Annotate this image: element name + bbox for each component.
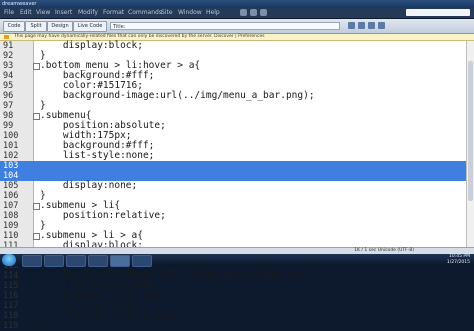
code-text: line-height:58px; — [40, 280, 161, 291]
design-view-button[interactable]: Design — [47, 21, 73, 32]
split-view-button[interactable]: Split — [25, 21, 47, 32]
search-input[interactable] — [406, 9, 470, 16]
menu-site[interactable]: Site — [161, 9, 173, 17]
menu-bar: File Edit View Insert Modify Format Comm… — [0, 8, 474, 19]
fold-toggle-icon[interactable] — [33, 63, 40, 70]
line-number: 103 — [3, 161, 19, 171]
taskbar-app-chrome[interactable] — [88, 255, 108, 267]
clock: 10:45 PM 1/27/2015 — [446, 254, 470, 265]
code-line[interactable]: 96 background-image:url(../img/menu_a_ba… — [0, 90, 474, 102]
menu-help[interactable]: Help — [206, 9, 220, 17]
code-text: text-decoration:none; — [40, 310, 183, 321]
taskbar-app-photoshop[interactable] — [132, 255, 152, 267]
preview-browser-icon[interactable] — [358, 22, 365, 29]
menu-commands[interactable]: Commands — [128, 9, 162, 17]
line-number: 118 — [3, 311, 19, 321]
os-taskbar: 10:45 PM 1/27/2015 — [0, 254, 474, 267]
code-text: } — [40, 320, 46, 331]
line-number: 110 — [3, 231, 19, 241]
menu-modify[interactable]: Modify — [78, 9, 98, 17]
line-number: 109 — [3, 221, 19, 231]
vertical-scrollbar[interactable] — [466, 41, 474, 247]
fold-toggle-icon[interactable] — [33, 203, 40, 210]
code-view-button[interactable]: Code — [3, 21, 25, 32]
line-number: 99 — [3, 121, 14, 131]
window-titlebar: dreamweaver — [0, 0, 474, 8]
code-line[interactable]: 105 display:none; — [0, 180, 474, 192]
code-line[interactable]: 102 list-style:none; — [0, 150, 474, 162]
menu-edit[interactable]: Edit — [20, 9, 32, 17]
text-caret — [248, 123, 250, 129]
line-number: 106 — [3, 191, 19, 201]
line-number: 105 — [3, 181, 19, 191]
line-number: 93 — [3, 61, 14, 71]
line-number: 115 — [3, 281, 19, 291]
line-number: 117 — [3, 301, 19, 311]
code-line[interactable]: 115 line-height:58px; — [0, 280, 474, 292]
code-text: color:#151716; — [40, 300, 143, 311]
code-line[interactable]: 116 padding-left:29px; — [0, 290, 474, 302]
code-text: background-image:url(../img/menu_a_bar.p… — [40, 90, 315, 101]
menu-file[interactable]: File — [4, 9, 14, 17]
fold-toggle-icon[interactable] — [33, 113, 40, 120]
menu-view[interactable]: View — [36, 9, 50, 17]
view-options-icon[interactable] — [378, 22, 385, 29]
menu-format[interactable]: Format — [103, 9, 124, 17]
site-icon[interactable] — [260, 9, 267, 16]
taskbar-app-explorer[interactable] — [22, 255, 42, 267]
start-button[interactable] — [2, 254, 16, 266]
fold-toggle-icon[interactable] — [33, 233, 40, 240]
line-number: 100 — [3, 131, 19, 141]
code-text: display:none; — [40, 180, 138, 191]
line-number: 107 — [3, 201, 19, 211]
code-line[interactable]: 118 text-decoration:none; — [0, 310, 474, 322]
app-title: dreamweaver — [2, 1, 37, 7]
code-text: position:relative; — [40, 210, 166, 221]
scrollbar-thumb[interactable] — [468, 61, 473, 201]
line-number: 97 — [3, 101, 14, 111]
file-management-icon[interactable] — [348, 22, 355, 29]
taskbar-app-media[interactable] — [66, 255, 86, 267]
refresh-icon[interactable] — [368, 22, 375, 29]
line-number: 96 — [3, 91, 14, 101]
taskbar-app-dreamweaver[interactable] — [110, 255, 130, 267]
layout-icon[interactable] — [240, 9, 247, 16]
extend-icon[interactable] — [250, 9, 257, 16]
line-number: 108 — [3, 211, 19, 221]
line-number: 102 — [3, 151, 19, 161]
line-number: 95 — [3, 81, 14, 91]
code-line[interactable]: 114 background-image:url(../img/menu_a_b… — [0, 270, 474, 282]
status-bar: 1K / 1 sec Unicode (UTF-8) — [0, 247, 474, 254]
code-text: background-image:url(../img/menu_a_bar.p… — [40, 270, 315, 281]
code-text: list-style:none; — [40, 150, 155, 161]
code-line[interactable]: 108 position:relative; — [0, 210, 474, 222]
line-number: 98 — [3, 111, 14, 121]
taskbar-app-browser[interactable] — [44, 255, 64, 267]
warning-icon — [4, 35, 9, 39]
code-line[interactable]: 103 — [0, 161, 474, 171]
code-text: display:block; — [40, 40, 143, 51]
menu-window[interactable]: Window — [178, 9, 202, 17]
line-number: 101 — [3, 141, 19, 151]
line-number: 94 — [3, 71, 14, 81]
code-line[interactable]: 117 color:#151716; — [0, 300, 474, 312]
line-number: 114 — [3, 271, 19, 281]
code-text: padding-left:29px; — [40, 290, 166, 301]
page-title-field[interactable]: Title: — [110, 22, 340, 30]
line-number: 119 — [3, 321, 19, 331]
document-toolbar: Code Split Design Live Code Title: — [0, 19, 474, 34]
menu-insert[interactable]: Insert — [55, 9, 72, 17]
code-line[interactable]: 91 display:block; — [0, 40, 474, 52]
code-editor[interactable]: 91 display:block; 92} 93 .bottom_menu > li:… — [0, 40, 474, 331]
line-number: 116 — [3, 291, 19, 301]
line-number: 104 — [3, 171, 19, 181]
system-tray: 10:45 PM 1/27/2015 — [432, 254, 472, 266]
line-number: 92 — [3, 51, 14, 61]
code-line[interactable]: 119} — [0, 321, 474, 331]
line-number: 91 — [3, 41, 14, 51]
live-code-button[interactable]: Live Code — [73, 21, 107, 32]
